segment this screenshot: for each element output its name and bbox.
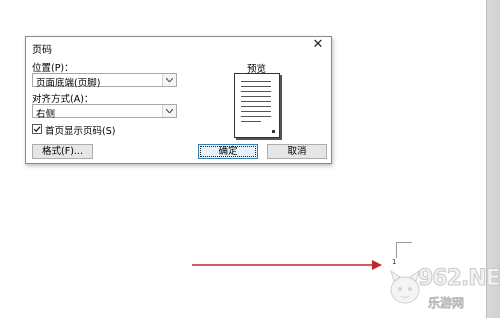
alignment-select-value: 右侧 — [36, 109, 56, 120]
first-page-checkbox-label[interactable]: 首页显示页码(S) — [45, 123, 115, 137]
focus-ring — [200, 146, 256, 157]
format-button[interactable]: 格式(F)... — [32, 144, 93, 159]
position-select-value: 页面底端(页脚) — [36, 78, 101, 89]
alignment-select[interactable]: 右侧 — [32, 104, 177, 120]
mascot-logo-icon — [390, 269, 420, 304]
watermark-logo-text: 962.NET — [418, 266, 500, 292]
cancel-button[interactable]: 取消 — [267, 144, 327, 159]
page-corner-mark — [396, 242, 412, 243]
ok-button[interactable]: 确定 — [198, 144, 258, 159]
chevron-down-icon[interactable] — [162, 105, 176, 117]
checkmark-icon — [33, 126, 41, 133]
first-page-checkbox[interactable] — [32, 124, 42, 134]
page-number: 1 — [392, 258, 397, 266]
dialog-title: 页码 — [32, 45, 52, 56]
site-watermark: 962.NET 乐游网 — [388, 266, 500, 312]
arrow-annotation-icon — [192, 260, 382, 270]
watermark-site-name: 乐游网 — [428, 296, 465, 311]
page-corner-mark — [396, 242, 397, 258]
alignment-label: 对齐方式(A)： — [32, 94, 94, 105]
position-select[interactable]: 页面底端(页脚) — [32, 73, 177, 89]
preview-page-number-marker — [272, 130, 275, 133]
position-label: 位置(P)： — [32, 63, 74, 74]
preview-page-icon — [234, 73, 280, 138]
chevron-down-icon[interactable] — [162, 74, 176, 86]
page-number-dialog: 页码 ✕ 位置(P)： 页面底端(页脚) 对齐方式(A)： 右侧 首页显示页码(… — [25, 36, 332, 164]
close-icon[interactable]: ✕ — [311, 38, 325, 52]
